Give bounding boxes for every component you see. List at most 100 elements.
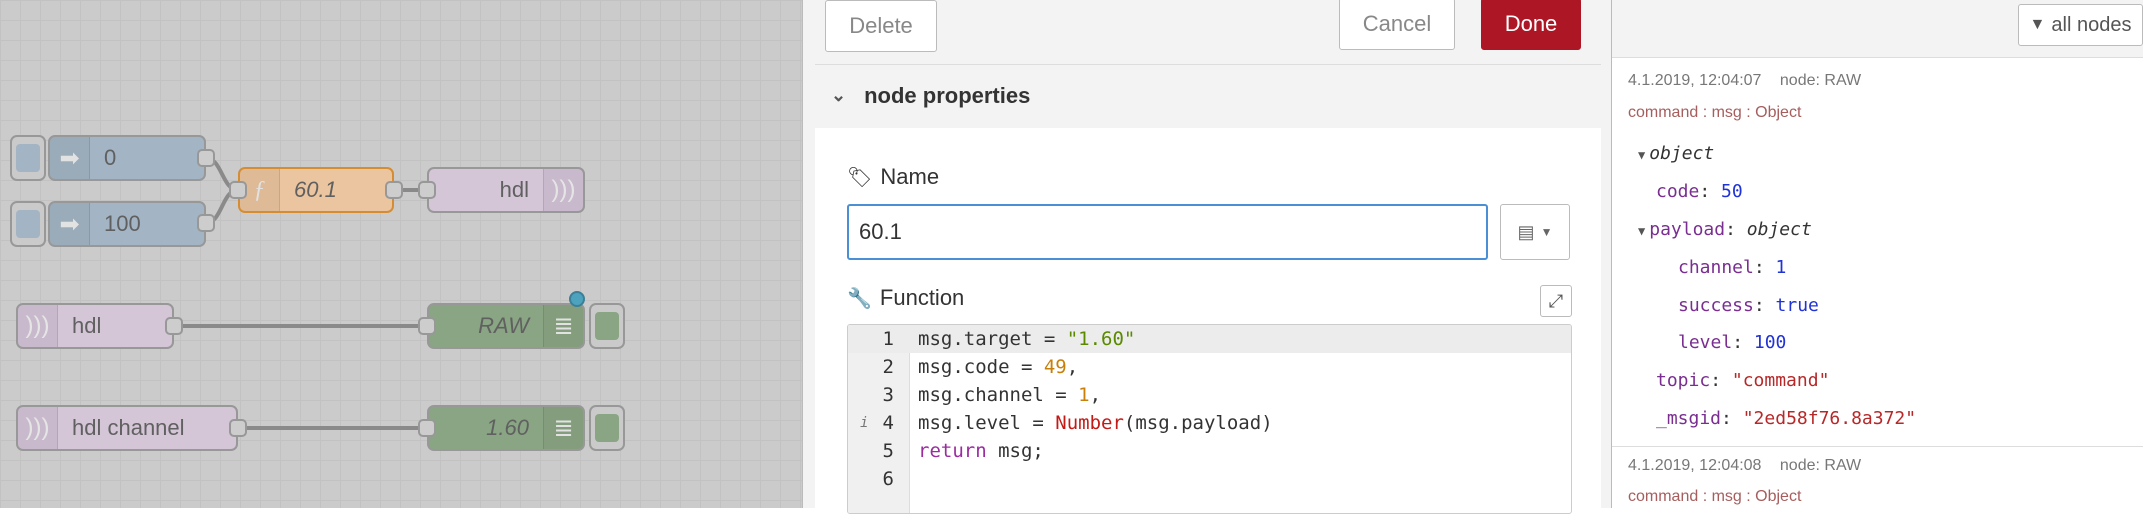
- debug-sidebar: ▼ all nodes 4.1.2019, 12:04:07 node: RAW…: [1612, 0, 2143, 508]
- msg-tree-topic: topic: "command": [1656, 370, 1830, 391]
- line-number: 5: [882, 440, 894, 462]
- code-line[interactable]: 6: [848, 465, 1571, 493]
- node-label: 100: [104, 211, 141, 236]
- code-line[interactable]: 1 msg.target = "1.60": [848, 325, 1571, 353]
- code-line[interactable]: 5 return msg;: [848, 437, 1571, 465]
- hdl-in-node[interactable]: ))) hdl: [16, 303, 174, 349]
- name-input[interactable]: [847, 204, 1488, 260]
- broadcast-icon: ))): [543, 169, 583, 211]
- message-timestamp: 4.1.2019, 12:04:07: [1628, 72, 1762, 89]
- node-label: 1.60: [486, 415, 529, 440]
- delete-button[interactable]: Delete: [825, 0, 937, 52]
- node-label: hdl channel: [72, 415, 185, 440]
- input-port[interactable]: [418, 317, 436, 335]
- debug-message-topic: command : msg : Object: [1628, 488, 1802, 505]
- msg-tree-success: success: true: [1678, 295, 1819, 316]
- filter-nodes-button[interactable]: ▼ all nodes: [2018, 4, 2143, 46]
- msg-tree-root[interactable]: ▼ object: [1638, 143, 1714, 164]
- code-text: msg.code = 49,: [918, 356, 1079, 378]
- debug-node-raw[interactable]: RAW ≣: [427, 303, 585, 349]
- flow-workspace[interactable]: ➡ 0 ➡ 100 ƒ 60.1 hdl ))) ))) hdl RAW ≣ )…: [0, 0, 802, 508]
- list-icon: ≣: [543, 305, 583, 347]
- output-port[interactable]: [165, 317, 183, 335]
- input-port[interactable]: [418, 419, 436, 437]
- output-port[interactable]: [229, 419, 247, 437]
- input-port[interactable]: [229, 181, 247, 199]
- caret-down-icon: ▼: [1540, 225, 1553, 239]
- code-text: msg.level = Number(msg.payload): [918, 412, 1273, 434]
- hdl-channel-in-node[interactable]: ))) hdl channel: [16, 405, 238, 451]
- changed-indicator-icon: [569, 291, 585, 307]
- cancel-button[interactable]: Cancel: [1339, 0, 1455, 50]
- node-label: hdl: [72, 313, 102, 338]
- inject-node-100[interactable]: ➡ 100: [48, 201, 206, 247]
- line-number: 4: [882, 412, 894, 434]
- code-text: return msg;: [918, 440, 1044, 462]
- output-port[interactable]: [385, 181, 403, 199]
- line-number: 3: [882, 384, 894, 406]
- name-label: Name: [880, 164, 940, 189]
- node-label: 0: [104, 145, 117, 170]
- chevron-down-icon: ⌄: [831, 85, 847, 105]
- line-number: 1: [882, 328, 894, 350]
- debug-message-meta: 4.1.2019, 12:04:07 node: RAW: [1628, 72, 1861, 90]
- input-port[interactable]: [418, 181, 436, 199]
- name-field-label: 🏷 Name: [847, 164, 939, 190]
- msg-tree-level: level: 100: [1678, 332, 1787, 353]
- debug-node-160[interactable]: 1.60 ≣: [427, 405, 585, 451]
- code-line[interactable]: 3 msg.channel = 1,: [848, 381, 1571, 409]
- code-text: msg.channel = 1,: [918, 384, 1102, 406]
- icon-picker-button[interactable]: ▤ ▼: [1500, 204, 1570, 260]
- list-icon: ≣: [543, 407, 583, 449]
- node-label: RAW: [478, 313, 529, 338]
- node-properties-body: 🏷 Name ▤ ▼ 🔧 Function ⤢ 1 msg.target = "1…: [815, 128, 1601, 514]
- output-port[interactable]: [197, 214, 215, 232]
- expand-triangle-icon[interactable]: ▼: [1638, 224, 1645, 238]
- hdl-out-node[interactable]: hdl ))): [427, 167, 585, 213]
- node-edit-tray: Delete Cancel Done ⌄ node properties 🏷 N…: [802, 0, 1612, 514]
- debug-toggle-raw[interactable]: [589, 303, 625, 349]
- filter-icon: ▼: [2029, 16, 2046, 33]
- done-button[interactable]: Done: [1481, 0, 1581, 50]
- msg-tree-msgid: _msgid: "2ed58f76.8a372": [1656, 408, 1917, 429]
- node-label: hdl: [499, 177, 529, 202]
- inject-arrow-icon: ➡: [50, 137, 90, 179]
- msg-tree-payload[interactable]: ▼ payload: object: [1638, 219, 1812, 240]
- inject-node-0[interactable]: ➡ 0: [48, 135, 206, 181]
- output-port[interactable]: [197, 149, 215, 167]
- debug-message-topic: command : msg : Object: [1628, 104, 1802, 121]
- expand-icon: ⤢: [1548, 290, 1564, 311]
- node-label: 60.1: [294, 177, 337, 202]
- expand-triangle-icon[interactable]: ▼: [1638, 148, 1645, 162]
- book-icon: ▤: [1517, 221, 1535, 242]
- line-number: 2: [882, 356, 894, 378]
- broadcast-icon: ))): [18, 407, 58, 449]
- code-editor[interactable]: 1 msg.target = "1.60" 2 msg.code = 49, 3 msg.…: [847, 324, 1572, 514]
- function-node[interactable]: ƒ 60.1: [238, 167, 394, 213]
- message-divider: [1612, 446, 2143, 447]
- debug-message-meta: 4.1.2019, 12:04:08 node: RAW: [1628, 457, 1861, 475]
- broadcast-icon: ))): [18, 305, 58, 347]
- inject-arrow-icon: ➡: [50, 203, 90, 245]
- wrench-icon: 🔧: [847, 287, 872, 310]
- filter-label: all nodes: [2051, 13, 2132, 36]
- section-title: node properties: [864, 82, 1031, 108]
- function-label: Function: [879, 285, 965, 310]
- function-field-label: 🔧 Function: [847, 285, 964, 311]
- message-node-name[interactable]: node: RAW: [1780, 457, 1861, 474]
- code-text: msg.target = "1.60": [918, 328, 1136, 350]
- inject-button-100[interactable]: [10, 201, 46, 247]
- message-timestamp: 4.1.2019, 12:04:08: [1628, 457, 1762, 474]
- tag-icon: 🏷: [847, 166, 873, 189]
- expand-editor-button[interactable]: ⤢: [1540, 285, 1572, 317]
- msg-tree-channel: channel: 1: [1678, 257, 1787, 278]
- line-number: 6: [882, 468, 894, 490]
- debug-toolbar: ▼ all nodes: [1612, 0, 2143, 58]
- inject-button-0[interactable]: [10, 135, 46, 181]
- code-line[interactable]: 2 msg.code = 49,: [848, 353, 1571, 381]
- code-line[interactable]: i 4 msg.level = Number(msg.payload): [848, 409, 1571, 437]
- message-node-name[interactable]: node: RAW: [1780, 72, 1861, 89]
- msg-tree-code: code: 50: [1656, 181, 1743, 202]
- node-properties-section-header[interactable]: ⌄ node properties: [815, 64, 1601, 126]
- debug-toggle-160[interactable]: [589, 405, 625, 451]
